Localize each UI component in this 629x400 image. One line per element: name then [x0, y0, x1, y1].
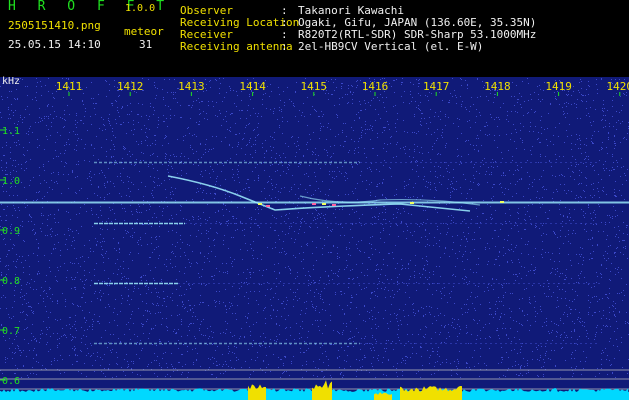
x-tick-label: 1419 [545, 80, 572, 93]
y-tick-label: 1.1 [2, 126, 20, 137]
spectrogram-display: kHz 1.1 1.0 0.9 0.8 0.7 0.6 1411 1412 1413 1414 14… [0, 76, 629, 400]
signal-peak [410, 202, 414, 204]
signal-peak [332, 204, 336, 206]
x-tick-label: 1413 [178, 80, 205, 93]
x-tick-label: 1414 [239, 80, 266, 93]
x-tick-label: 1411 [56, 80, 83, 93]
hrofft-window: H R O F F T 1.0.0 2505151410.png 25.05.1… [0, 0, 629, 400]
x-tick-label: 1418 [484, 80, 511, 93]
y-tick-label: 1.0 [2, 176, 20, 187]
x-tick-label: 1415 [301, 80, 328, 93]
y-tick-label: 0.9 [2, 226, 20, 237]
y-tick-label: 0.7 [2, 326, 20, 337]
x-tick-label: 1416 [362, 80, 389, 93]
y-tick-label: 0.8 [2, 276, 20, 287]
x-tick-label: 1417 [423, 80, 450, 93]
signal-peak [322, 203, 326, 205]
spectrogram-background [0, 77, 629, 400]
signal-peak [500, 201, 504, 203]
x-tick-label: 1420 [607, 80, 629, 93]
x-tick-label: 1412 [117, 80, 144, 93]
signal-peak [312, 203, 316, 205]
signal-peak [258, 203, 262, 205]
y-tick-label: 0.6 [2, 376, 20, 387]
y-unit-label: kHz [2, 76, 20, 87]
signal-peak [266, 205, 270, 207]
